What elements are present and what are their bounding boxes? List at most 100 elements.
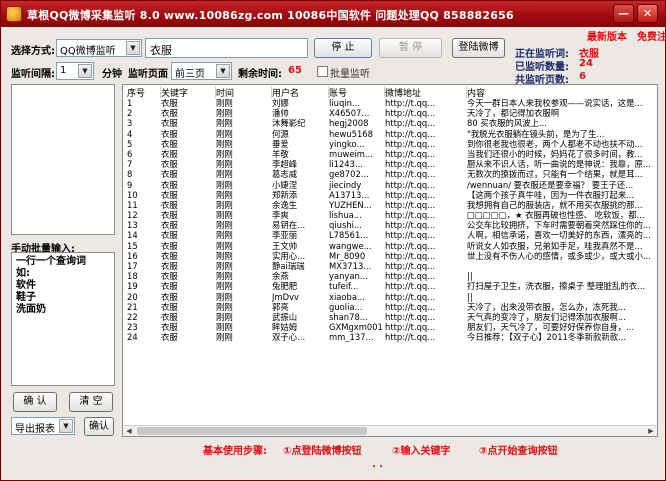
export-confirm-button[interactable]: 确认	[84, 417, 114, 436]
table-row[interactable]: 24 衣服 刚刚 双子心... mm_137... http://t.qq... 今日推荐：…	[123, 332, 657, 343]
cell-username: 兔肥肥	[272, 281, 298, 292]
cell-account: qiushi...	[329, 220, 362, 231]
cell-index: 21	[127, 301, 138, 312]
cell-index: 13	[127, 220, 138, 231]
cell-time: 刚刚	[216, 199, 233, 210]
cell-url: http://t.qq...	[385, 128, 436, 139]
pause-button[interactable]: 暂 停	[379, 38, 442, 58]
log-panel[interactable]	[11, 84, 115, 235]
cell-account: li1243...	[329, 159, 363, 170]
column-header-keyword[interactable]: 关键字	[161, 86, 216, 99]
chevron-down-icon[interactable]: ▼	[216, 64, 230, 78]
chevron-down-icon[interactable]: ▼	[59, 419, 73, 433]
cell-username: 余逸生	[272, 199, 298, 210]
cell-username: 武振山	[272, 311, 298, 322]
mode-select[interactable]: QQ微博监听 ▼	[56, 39, 142, 57]
export-select[interactable]: 导出报表 ▼	[11, 417, 75, 435]
scroll-left-icon[interactable]: ◀	[123, 426, 135, 436]
table-row[interactable]: 15 衣服 刚刚 王文帅 wangwe... http://t.qq... 听说女人如衣服，…	[123, 240, 657, 251]
table-row[interactable]: 7 衣服 刚刚 李超峰 li1243... http://t.qq... 厨从来不识人话，听…	[123, 159, 657, 170]
free-register-link[interactable]: 免费注册	[637, 28, 666, 43]
title-bar[interactable]: 草根QQ微博采集监听 8.0 www.10086zg.com 10086中国软件…	[1, 1, 665, 27]
cell-content: 人啊，相信承诺，喜欢一切美好的东西，漂亮的...	[467, 230, 651, 241]
cell-account: hegj2008	[329, 118, 369, 129]
minimize-button[interactable]: —	[613, 4, 634, 23]
column-header-username[interactable]: 用户名	[272, 86, 329, 99]
cell-account: wangwe...	[329, 240, 372, 251]
table-row[interactable]: 2 衣服 刚刚 潘帅 X46507... http://t.qq... 天冷了，都记得加衣服…	[123, 108, 657, 119]
cell-url: http://t.qq...	[385, 301, 436, 312]
stop-button[interactable]: 停 止	[314, 38, 372, 58]
cell-content: 当我们还很小的时候，妈妈花了很多时间，教...	[467, 148, 643, 159]
cell-keyword: 衣服	[161, 199, 178, 210]
cell-account: xiaoba...	[329, 291, 365, 302]
batch-clear-button[interactable]: 清 空	[69, 392, 113, 412]
results-table[interactable]: 序号 关键字 时间 用户名 账号 微博地址 内容 1 衣服 刚刚 刘娜 liuqin..…	[122, 84, 658, 437]
keyword-input[interactable]: 衣服	[145, 38, 308, 58]
table-row[interactable]: 14 衣服 刚刚 李亚丽 L78561... http://t.qq... 人啊，相信承诺，…	[123, 230, 657, 241]
table-row[interactable]: 1 衣服 刚刚 刘娜 liuqin... http://t.qq... 今天一群日本人来我校…	[123, 98, 657, 108]
page-select[interactable]: 前三页 ▼	[171, 62, 232, 80]
table-row[interactable]: 17 衣服 刚刚 静ai瑞瑞 MX3713... http://t.qq...	[123, 261, 657, 271]
chevron-down-icon[interactable]: ▼	[78, 64, 92, 78]
cell-account: muweim...	[329, 148, 373, 159]
scrollbar-thumb[interactable]	[137, 427, 367, 435]
page-label: 监听页面	[128, 69, 168, 80]
table-row[interactable]: 16 衣服 刚刚 实用心... Mr_8090 http://t.qq... 世上没有不伤人…	[123, 251, 657, 261]
table-row[interactable]: 3 衣服 刚刚 沐舞影纪 hegj2008 http://t.qq... 80 买衣服的风波…	[123, 118, 657, 129]
table-row[interactable]: 5 衣服 刚刚 垂爱 yingko... http://t.qq... 到你很老我也很老，两…	[123, 138, 657, 149]
horizontal-scrollbar[interactable]: ◀ ▶	[123, 425, 657, 436]
table-row[interactable]: 23 衣服 刚刚 眸姑姆 GXMgxm001 http://t.qq... 朋友们，天气冷了…	[123, 322, 657, 333]
table-row[interactable]: 8 衣服 刚刚 葛志威 ge8702... http://t.qq... 无数次的撩拨而过，…	[123, 169, 657, 179]
cell-account: A13713...	[329, 189, 370, 200]
mode-select-value: QQ微博监听	[60, 46, 116, 57]
interval-select[interactable]: 1 ▼	[56, 62, 94, 80]
cell-time: 刚刚	[216, 301, 233, 312]
column-header-content[interactable]: 内容	[467, 86, 657, 99]
cell-username: 潘帅	[272, 108, 289, 119]
cell-username: 静ai瑞瑞	[272, 261, 305, 271]
cell-url: http://t.qq...	[385, 230, 436, 241]
login-weibo-button[interactable]: 登陆微博	[452, 38, 505, 58]
cell-account: mm_137...	[329, 332, 374, 343]
batch-input-textarea[interactable]: 一行一个查询词 如: 软件 鞋子 洗面奶	[11, 252, 115, 386]
table-row[interactable]: 20 衣服 刚刚 JmDvv xiaoba... http://t.qq... ||	[123, 291, 657, 302]
cell-time: 刚刚	[216, 240, 233, 251]
steps-label: 基本使用步骤:	[203, 446, 267, 457]
cell-keyword: 衣服	[161, 322, 178, 333]
table-row[interactable]: 12 衣服 刚刚 李爽 lishua... http://t.qq... □□□□□，★ 衣…	[123, 210, 657, 221]
step-2-text: ②输入关键字	[392, 446, 451, 457]
remaining-time-value: 65	[288, 65, 302, 76]
cell-index: 24	[127, 332, 138, 343]
column-header-time[interactable]: 时间	[216, 86, 272, 99]
latest-version-link[interactable]: 最新版本	[587, 28, 627, 43]
table-row[interactable]: 21 衣服 刚刚 郭亮 guolia... http://t.qq... 天冷了，出来没带衣…	[123, 301, 657, 312]
table-row[interactable]: 10 衣服 刚刚 郑新添 A13713... http://t.qq... 【这两个孩子真牛…	[123, 189, 657, 200]
table-row[interactable]: 4 衣服 刚刚 何源 hewu5168 http://t.qq... "我脱光衣服躺在镜头前…	[123, 128, 657, 139]
cell-content: 天冷了，出来没带衣服，怎么办，冻死我...	[467, 301, 626, 312]
table-header: 序号 关键字 时间 用户名 账号 微博地址 内容	[123, 85, 657, 99]
scroll-right-icon[interactable]: ▶	[645, 426, 657, 436]
cell-account: yanyan...	[329, 271, 368, 282]
cell-account: YUZHEN...	[329, 199, 372, 210]
monitored-pages-value: 6	[579, 71, 586, 82]
table-row[interactable]: 19 衣服 刚刚 兔肥肥 tufeif... http://t.qq... 打扫屋子卫生，洗…	[123, 281, 657, 292]
cell-content: 到你很老我也很老，两个人都老不动也扶不动...	[467, 138, 643, 149]
batch-confirm-button[interactable]: 确 认	[13, 392, 57, 412]
column-header-account[interactable]: 账号	[329, 86, 385, 99]
batch-monitor-checkbox[interactable]	[317, 66, 328, 77]
cell-content: "我脱光衣服躺在镜头前，是为了生...	[467, 128, 605, 139]
chevron-down-icon[interactable]: ▼	[126, 41, 140, 55]
cell-time: 刚刚	[216, 108, 233, 119]
table-row[interactable]: 6 衣服 刚刚 羊敬 muweim... http://t.qq... 当我们还很小的时候，…	[123, 148, 657, 159]
table-row[interactable]: 22 衣服 刚刚 武振山 shan78... http://t.qq... 天气真的变冷了，…	[123, 311, 657, 322]
column-header-index[interactable]: 序号	[127, 86, 161, 99]
cell-account: lishua...	[329, 210, 362, 221]
table-row[interactable]: 13 衣服 刚刚 易钥在... qiushi... http://t.qq... 公交车比较…	[123, 220, 657, 231]
table-row[interactable]: 9 衣服 刚刚 小婕涅 jiecindy http://t.qq... /wennuan/ …	[123, 180, 657, 190]
column-header-url[interactable]: 微博地址	[385, 86, 467, 99]
page-select-value: 前三页	[175, 69, 205, 80]
close-button[interactable]: ✕	[637, 4, 658, 23]
table-row[interactable]: 18 衣服 刚刚 余燕 yanyan... http://t.qq... ||	[123, 271, 657, 282]
table-row[interactable]: 11 衣服 刚刚 余逸生 YUZHEN... http://t.qq... 我想拥有自己的服…	[123, 199, 657, 210]
